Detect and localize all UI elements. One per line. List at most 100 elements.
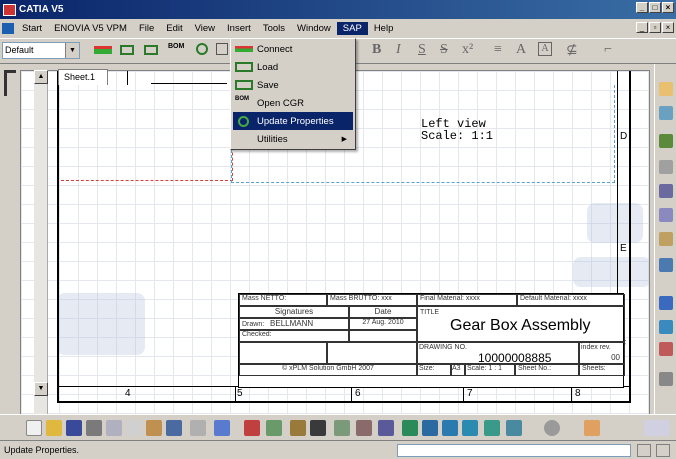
menu-window[interactable]: Window bbox=[291, 22, 337, 35]
layers-icon[interactable] bbox=[378, 420, 394, 436]
open-folder-icon[interactable] bbox=[46, 420, 62, 436]
thermometer-icon[interactable] bbox=[290, 420, 306, 436]
grid-icon[interactable] bbox=[310, 420, 326, 436]
menu-edit[interactable]: Edit bbox=[160, 22, 188, 35]
fit-all-icon[interactable] bbox=[402, 420, 418, 436]
search-icon[interactable] bbox=[216, 43, 228, 55]
underline-icon[interactable]: S bbox=[418, 42, 426, 58]
doc-restore-button[interactable]: ▫ bbox=[649, 22, 661, 33]
update-icon[interactable] bbox=[196, 43, 208, 55]
xplm-load-icon[interactable] bbox=[120, 45, 134, 55]
menu-item-load[interactable]: Load bbox=[233, 58, 353, 76]
menu-view[interactable]: View bbox=[189, 22, 221, 35]
sketch-icon[interactable] bbox=[659, 106, 673, 120]
paste-icon[interactable] bbox=[146, 420, 162, 436]
annotation-icon[interactable] bbox=[659, 160, 673, 174]
sheet-tab[interactable]: Sheet.1 bbox=[58, 69, 108, 85]
drawing-number: 10000008885 bbox=[478, 351, 552, 364]
right-toolbar bbox=[654, 64, 676, 414]
align-icon[interactable]: ≡ bbox=[494, 42, 502, 58]
menu-tools[interactable]: Tools bbox=[257, 22, 291, 35]
undo-icon[interactable] bbox=[166, 420, 182, 436]
modify-icon[interactable] bbox=[659, 342, 673, 356]
formula-icon[interactable] bbox=[244, 420, 260, 436]
symbol-icon[interactable] bbox=[659, 320, 673, 334]
select-icon[interactable] bbox=[659, 82, 673, 96]
table-icon[interactable] bbox=[659, 258, 673, 272]
help-icon[interactable] bbox=[214, 420, 230, 436]
comment-icon[interactable] bbox=[266, 420, 282, 436]
copy-icon[interactable] bbox=[126, 420, 142, 436]
drawing-title: Gear Box Assembly bbox=[450, 317, 591, 334]
view-icon[interactable] bbox=[506, 420, 522, 436]
zoom-out-icon[interactable] bbox=[462, 420, 478, 436]
zoom-in-icon[interactable] bbox=[442, 420, 458, 436]
menu-item-update-properties[interactable]: Update Properties bbox=[233, 112, 353, 130]
power-input-button[interactable] bbox=[656, 444, 670, 457]
doc-close-button[interactable]: × bbox=[662, 22, 674, 33]
cut-icon[interactable] bbox=[106, 420, 122, 436]
bom-icon[interactable]: BOM bbox=[168, 43, 190, 59]
shading-icon[interactable] bbox=[356, 420, 372, 436]
drawn-cell: Drawn: BELLMANN bbox=[239, 318, 349, 330]
index-label: index rev. bbox=[581, 344, 611, 351]
geometry-icon[interactable] bbox=[659, 184, 673, 198]
anchor-icon[interactable]: ⊈ bbox=[566, 42, 578, 59]
stop-button[interactable] bbox=[637, 444, 651, 457]
xplm-icon[interactable] bbox=[584, 420, 600, 436]
default-material-cell: Default Material: xxxx bbox=[517, 294, 625, 306]
menu-start[interactable]: Start bbox=[16, 22, 48, 35]
bold-icon[interactable]: B bbox=[372, 42, 381, 58]
tree-view-icon[interactable] bbox=[334, 420, 350, 436]
xplm-save-icon[interactable] bbox=[144, 45, 158, 55]
menu-insert[interactable]: Insert bbox=[221, 22, 257, 35]
pan-icon[interactable] bbox=[422, 420, 438, 436]
menu-item-save[interactable]: Save bbox=[233, 76, 353, 94]
menu-enovia[interactable]: ENOVIA V5 VPM bbox=[48, 22, 133, 35]
mass-brutto-cell: Mass BRUTTO: xxx bbox=[327, 294, 417, 306]
vertical-scrollbar[interactable]: ▲ ▼ bbox=[34, 70, 48, 415]
dimension-icon[interactable] bbox=[659, 134, 673, 148]
style-select[interactable]: Default ▼ bbox=[2, 42, 80, 59]
zone-label: E bbox=[620, 243, 627, 254]
leader-icon[interactable]: ⌐ bbox=[604, 42, 612, 58]
menu-item-connect[interactable]: Connect bbox=[233, 40, 353, 58]
print-icon[interactable] bbox=[86, 420, 102, 436]
menu-sap[interactable]: SAP bbox=[336, 22, 368, 35]
save-icon[interactable] bbox=[66, 420, 82, 436]
menu-item-open-cgr[interactable]: BOM Open CGR bbox=[233, 94, 353, 112]
final-material-value: xxxx bbox=[465, 295, 480, 302]
command-input[interactable] bbox=[397, 444, 631, 457]
view-icon[interactable] bbox=[659, 208, 673, 222]
dress-up-icon[interactable] bbox=[659, 372, 673, 386]
text-frame-icon[interactable]: A bbox=[516, 42, 526, 58]
menu-item-label: Update Properties bbox=[257, 115, 334, 127]
copyright: © xPLM Solution GmbH 2007 bbox=[239, 364, 417, 376]
maximize-button[interactable]: □ bbox=[649, 2, 661, 13]
scroll-down-button[interactable]: ▼ bbox=[34, 382, 48, 396]
zone-divider bbox=[235, 387, 236, 401]
menu-item-utilities[interactable]: Utilities ▶ bbox=[233, 130, 353, 148]
superscript-icon[interactable]: x² bbox=[462, 42, 473, 58]
redo-icon[interactable] bbox=[190, 420, 206, 436]
menu-help[interactable]: Help bbox=[368, 22, 400, 35]
zone-label: 6 bbox=[355, 388, 361, 399]
minimize-button[interactable]: _ bbox=[636, 2, 648, 13]
sheet-icon[interactable] bbox=[484, 420, 500, 436]
new-file-icon[interactable] bbox=[26, 420, 42, 436]
doc-minimize-button[interactable]: _ bbox=[636, 22, 648, 33]
generate-icon[interactable] bbox=[659, 232, 673, 246]
sheets-label: Sheets: bbox=[579, 364, 625, 376]
frame-icon[interactable]: A bbox=[538, 42, 552, 56]
close-button[interactable]: × bbox=[662, 2, 674, 13]
rectangle-icon[interactable] bbox=[659, 296, 673, 310]
view-scale-label: Scale: 1:1 bbox=[421, 129, 494, 143]
strikethrough-icon[interactable]: S bbox=[440, 42, 448, 58]
menu-file[interactable]: File bbox=[133, 22, 160, 35]
xplm-connect-icon[interactable] bbox=[94, 46, 112, 54]
title-block[interactable]: Mass NETTO: Mass BRUTTO: xxx Final Mater… bbox=[238, 293, 625, 388]
italic-icon[interactable]: I bbox=[396, 42, 401, 58]
scroll-up-button[interactable]: ▲ bbox=[34, 70, 48, 84]
chevron-down-icon[interactable]: ▼ bbox=[65, 43, 79, 58]
refresh-icon[interactable] bbox=[544, 420, 560, 436]
